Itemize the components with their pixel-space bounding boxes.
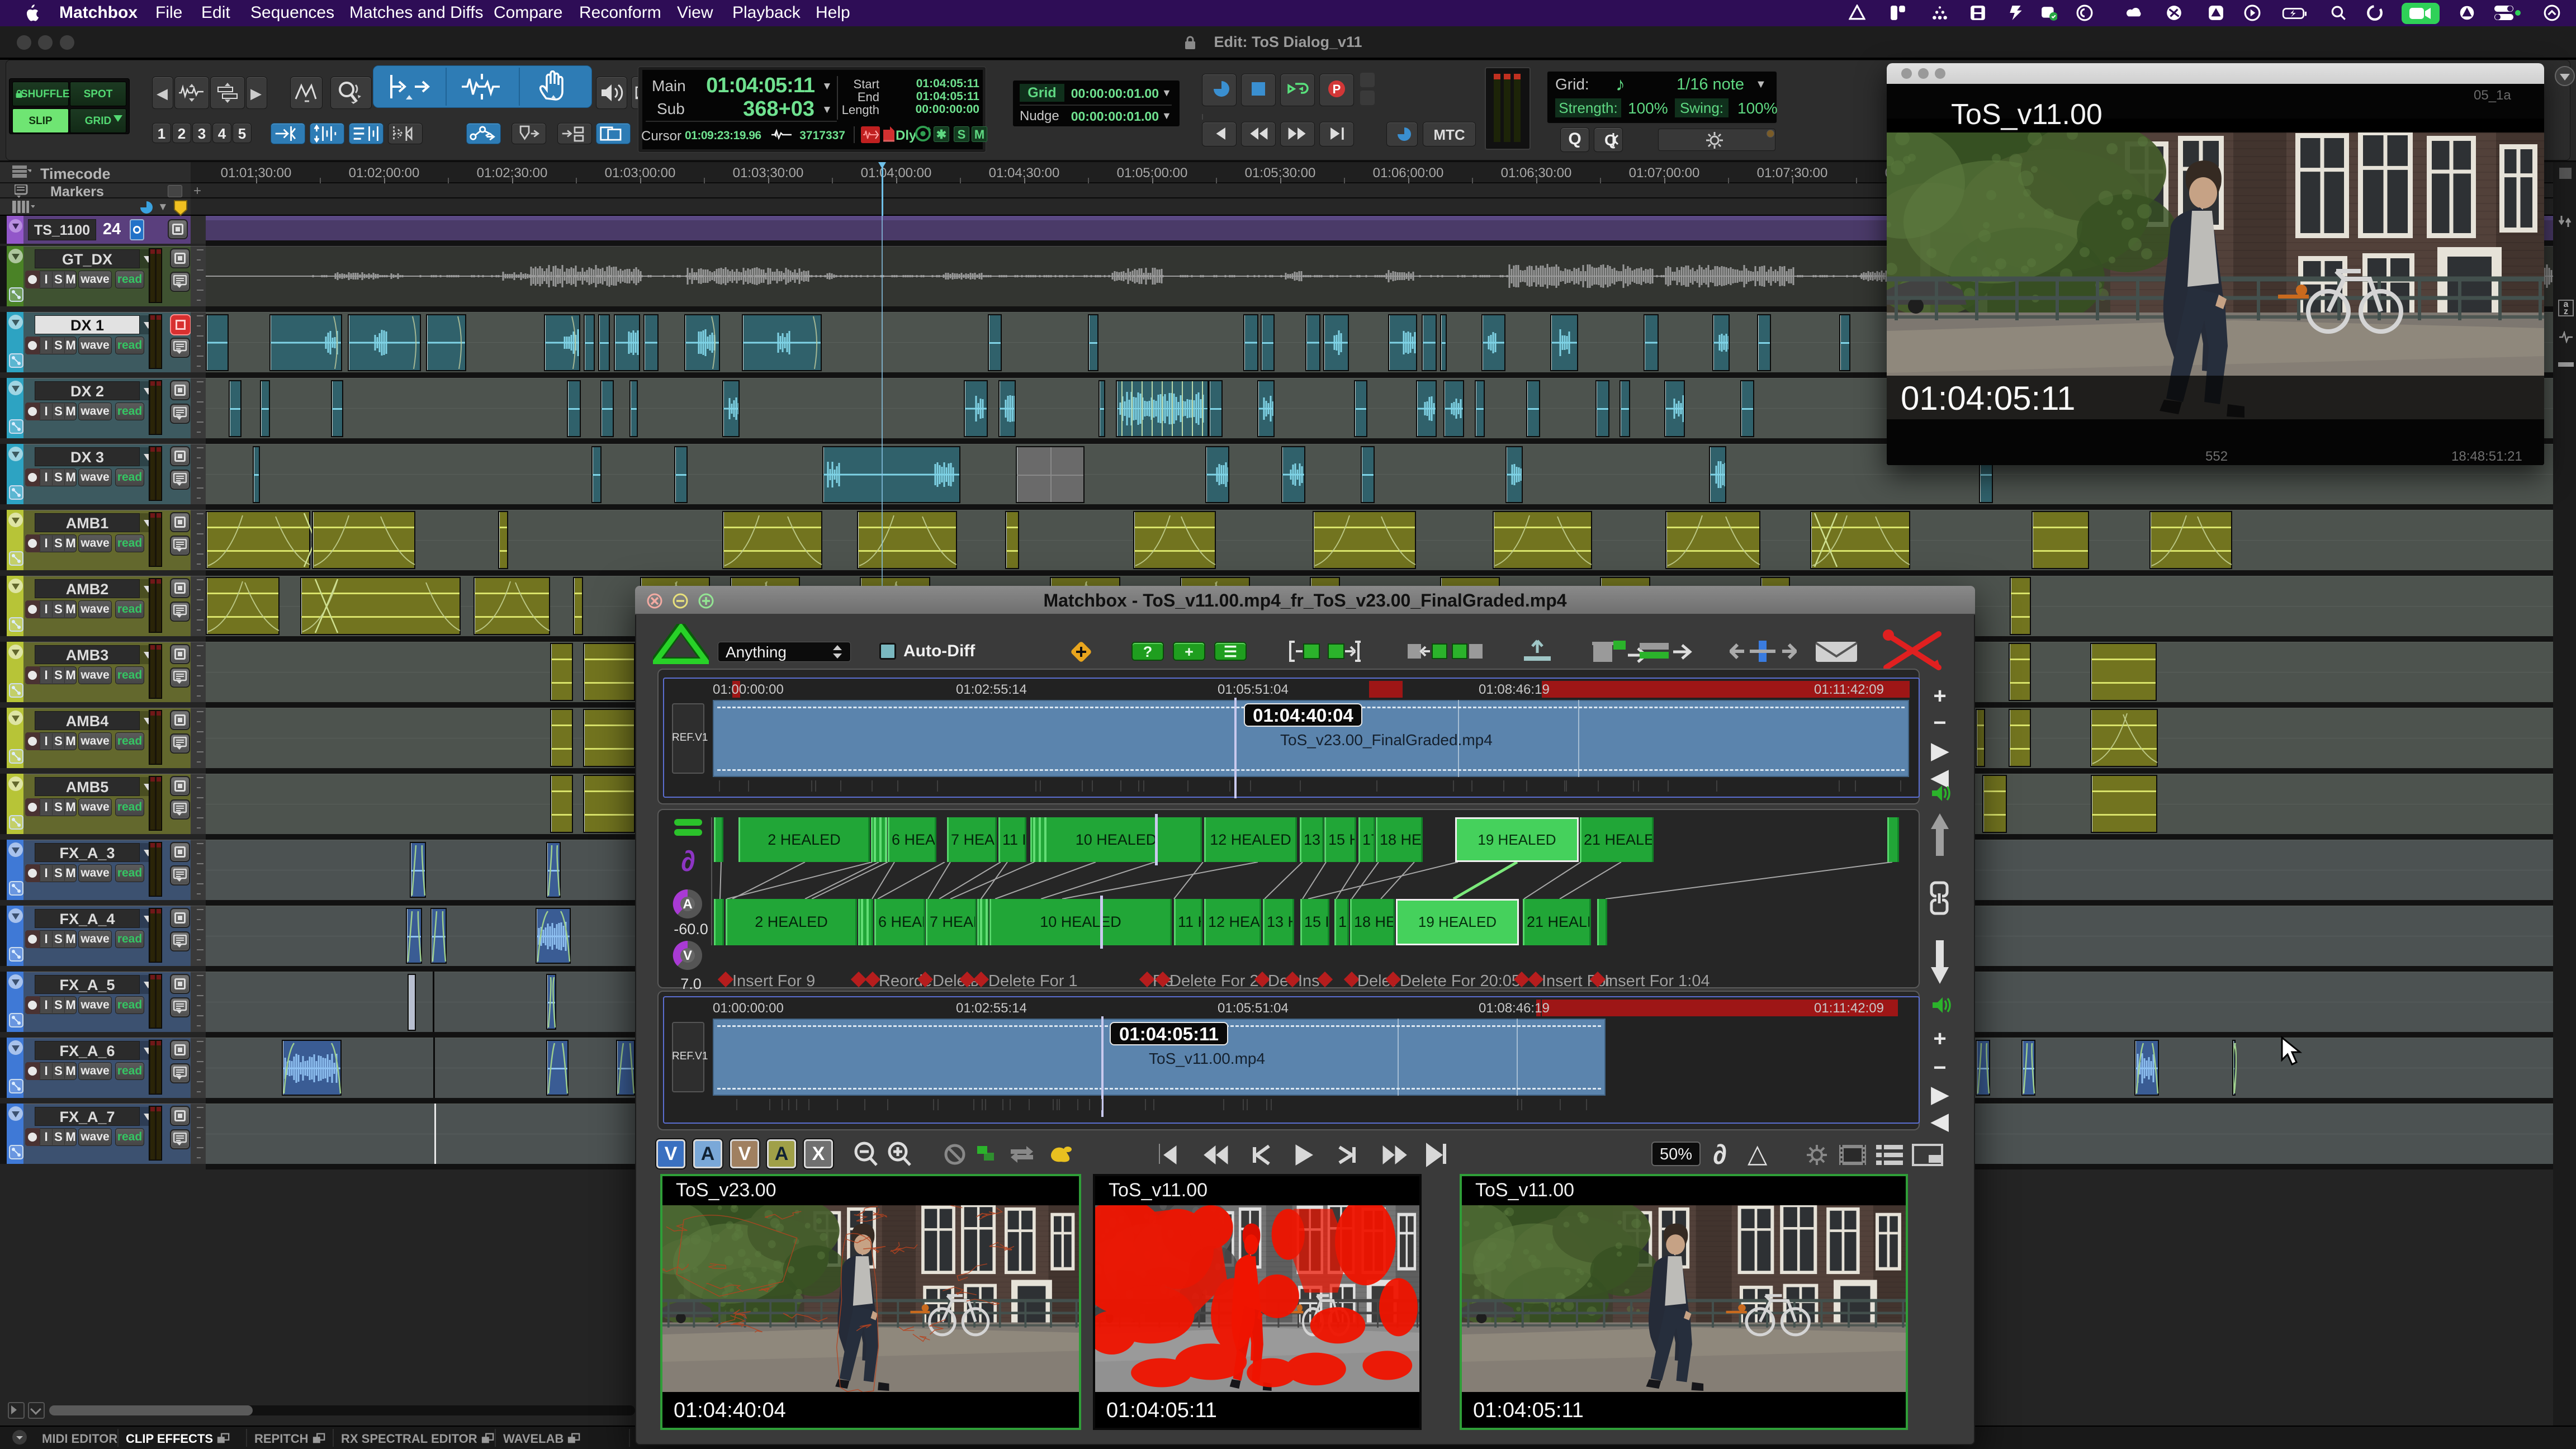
svg-text:V: V xyxy=(683,948,692,963)
svg-text:A: A xyxy=(683,897,692,912)
svg-text:P: P xyxy=(1333,82,1341,96)
